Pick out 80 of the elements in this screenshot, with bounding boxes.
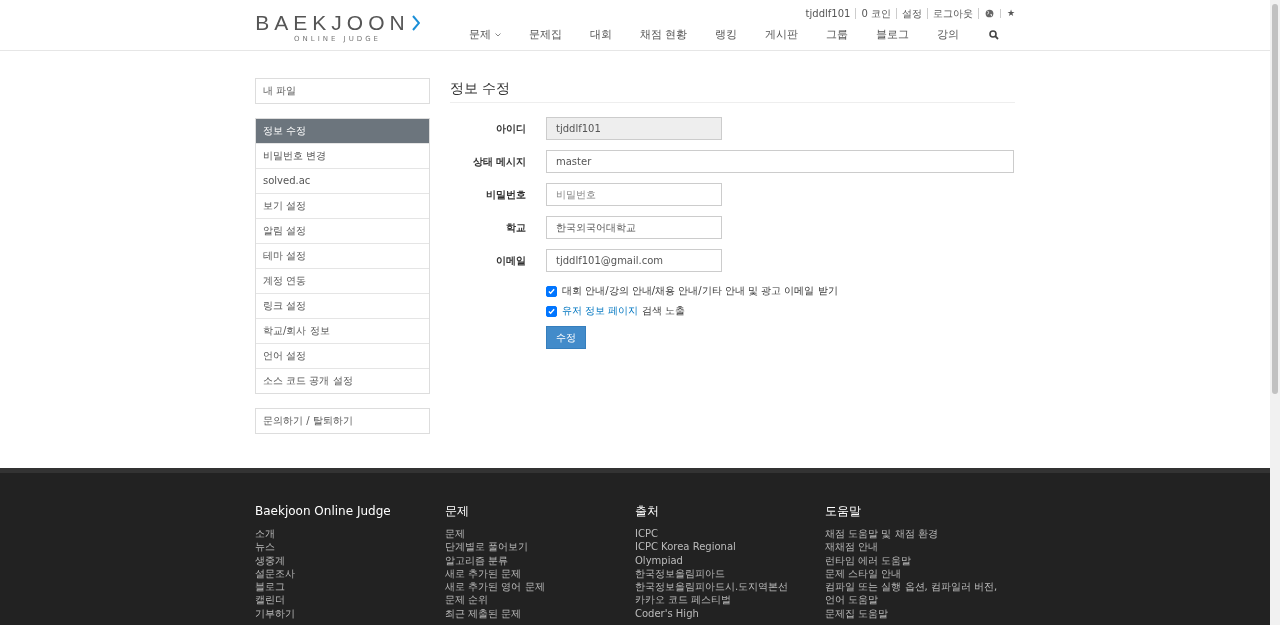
footer-link[interactable]: ICPC bbox=[635, 527, 825, 541]
field-label: 비밀번호 bbox=[485, 187, 526, 202]
nav-link[interactable]: 게시판 bbox=[751, 27, 812, 42]
page-title: 정보 수정 bbox=[450, 79, 511, 98]
chevron-icon bbox=[411, 15, 420, 31]
footer-link[interactable]: ICPC Korea Regional bbox=[635, 540, 825, 554]
scrollbar[interactable] bbox=[1270, 0, 1280, 625]
footer-link[interactable]: 설문조사 bbox=[255, 566, 445, 581]
footer-link[interactable]: Olympiad bbox=[635, 553, 825, 567]
footer-link[interactable]: 새로 추가된 문제 bbox=[445, 566, 635, 581]
sidebar-item[interactable]: 알림 설정 bbox=[256, 218, 429, 243]
nav-link[interactable]: 블로그 bbox=[862, 27, 923, 42]
footer-heading: Baekjoon Online Judge bbox=[255, 503, 392, 519]
checkbox-label: 대회 안내/강의 안내/채용 안내/기타 안내 및 광고 이메일 받기 bbox=[562, 284, 838, 298]
top-link[interactable]: 로그아웃 bbox=[927, 7, 979, 19]
sidebar-item[interactable]: 테마 설정 bbox=[256, 243, 429, 268]
submit-button[interactable]: 수정 bbox=[546, 326, 586, 349]
search-icon[interactable] bbox=[989, 29, 999, 40]
footer-link[interactable]: 한국정보올림피아드 bbox=[635, 566, 825, 581]
caret-icon bbox=[494, 32, 501, 37]
footer-link[interactable]: 알고리즘 분류 bbox=[445, 553, 635, 567]
sidebar-item[interactable]: solved.ac bbox=[256, 168, 429, 193]
footer-link[interactable]: 한국정보올림피아드시.도지역본선 bbox=[635, 580, 825, 594]
footer-link[interactable]: Coder's High bbox=[635, 606, 825, 621]
footer-link[interactable]: 뉴스 bbox=[255, 540, 445, 554]
footer-link[interactable]: 캘린더 bbox=[255, 593, 445, 607]
footer-link[interactable]: 블로그 bbox=[255, 580, 445, 594]
globe-icon[interactable] bbox=[984, 8, 994, 18]
sidebar-item[interactable]: 언어 설정 bbox=[256, 343, 429, 368]
footer-link[interactable]: 컴파일 또는 실행 옵션, 컴파일러 버전, 언어 도움말 bbox=[825, 580, 1015, 607]
field-label: 아이디 bbox=[495, 121, 526, 136]
nav-link[interactable]: 문제집 bbox=[514, 27, 576, 42]
nav-link[interactable]: 문제 bbox=[454, 27, 515, 42]
sidebar-item[interactable]: 정보 수정 bbox=[256, 119, 429, 143]
footer-link[interactable]: 생중계 bbox=[255, 553, 445, 567]
footer-link[interactable]: 소개 bbox=[255, 527, 445, 541]
sidebar-item[interactable]: 내 파일 bbox=[256, 79, 429, 103]
nav-link[interactable]: 채점 현황 bbox=[625, 27, 701, 42]
sidebar-item[interactable]: 학교/회사 정보 bbox=[256, 318, 429, 343]
checkbox-label: 검색 노출 bbox=[640, 304, 685, 318]
footer-link[interactable]: 카카오 코드 페스티벌 bbox=[635, 593, 825, 607]
footer-link[interactable]: 런타임 에러 도움말 bbox=[825, 553, 1015, 567]
logo-wordmark[interactable]: BAEKJOON bbox=[255, 12, 410, 34]
footer-link[interactable]: 문제 bbox=[445, 527, 635, 541]
checkbox[interactable] bbox=[546, 285, 557, 297]
footer-link[interactable]: 문제 스타일 안내 bbox=[825, 566, 1015, 581]
sidebar-item[interactable]: 계정 연동 bbox=[256, 268, 429, 293]
input-field[interactable]: tjddlf101@gmail.com bbox=[546, 249, 722, 272]
checkbox[interactable] bbox=[546, 305, 557, 317]
sidebar-item[interactable]: 문의하기 / 탈퇴하기 bbox=[256, 409, 429, 433]
field-label: 학교 bbox=[505, 220, 526, 235]
footer-link[interactable]: 새로 추가된 영어 문제 bbox=[445, 580, 635, 594]
field-label: 이메일 bbox=[495, 253, 526, 268]
field-label: 상태 메시지 bbox=[471, 154, 526, 169]
top-link[interactable]: tjddlf101 bbox=[800, 7, 857, 19]
star-link[interactable]: ★ bbox=[1000, 8, 1015, 18]
footer-heading: 문제 bbox=[445, 503, 470, 519]
profile-link[interactable]: 유저 정보 페이지 bbox=[562, 304, 639, 318]
input-field[interactable]: 비밀번호 bbox=[546, 183, 722, 206]
footer-heading: 도움말 bbox=[825, 503, 862, 519]
input-field[interactable]: master bbox=[546, 150, 1014, 173]
nav-link[interactable]: 대회 bbox=[575, 27, 626, 42]
top-link[interactable]: 0 코인 bbox=[856, 7, 897, 19]
footer-link[interactable]: 채점 도움말 및 채점 환경 bbox=[825, 527, 1015, 541]
sidebar-item[interactable]: 링크 설정 bbox=[256, 293, 429, 318]
footer-link[interactable]: 단계별로 풀어보기 bbox=[445, 540, 635, 554]
input-field[interactable]: 한국외국어대학교 bbox=[546, 216, 722, 239]
sidebar-item[interactable]: 보기 설정 bbox=[256, 193, 429, 218]
sidebar-item[interactable]: 비밀번호 변경 bbox=[256, 143, 429, 168]
nav-link[interactable]: 강의 bbox=[923, 27, 973, 42]
sidebar-item[interactable]: 소스 코드 공개 설정 bbox=[256, 368, 429, 393]
footer-link[interactable]: 최근 제출된 문제 bbox=[445, 606, 635, 621]
footer-heading: 출처 bbox=[635, 503, 660, 519]
footer-link[interactable]: 재채점 안내 bbox=[825, 540, 1015, 554]
footer-link[interactable]: 문제 순위 bbox=[445, 593, 635, 607]
nav-link[interactable]: 랭킹 bbox=[701, 27, 751, 42]
footer-link[interactable]: 기부하기 bbox=[255, 606, 445, 621]
nav-link[interactable]: 그룹 bbox=[812, 27, 862, 42]
top-link[interactable]: 설정 bbox=[896, 7, 928, 19]
footer-link[interactable]: 문제집 도움말 bbox=[825, 606, 1015, 621]
